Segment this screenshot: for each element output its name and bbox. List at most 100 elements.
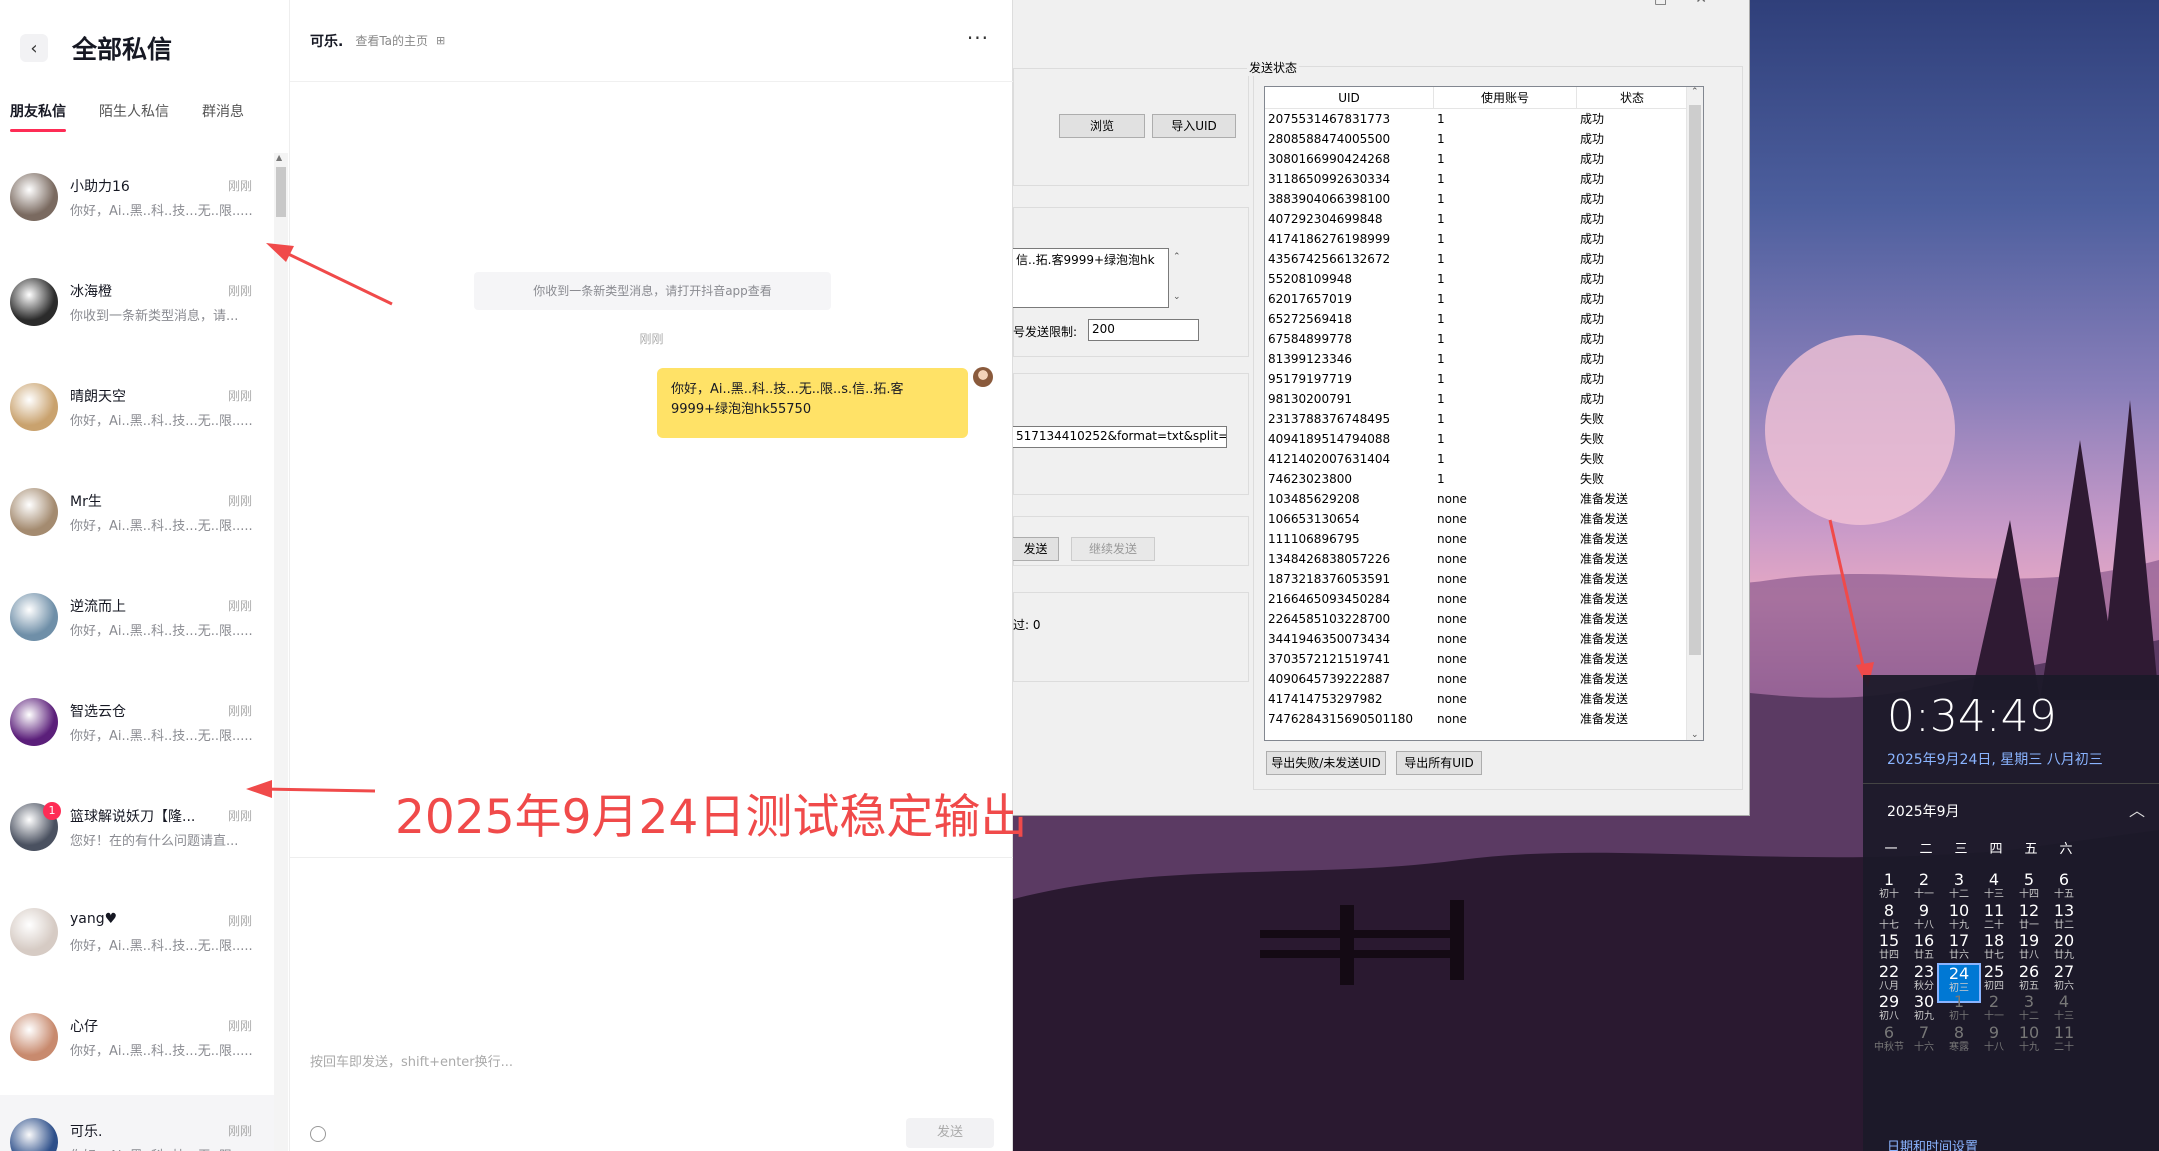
weekday-label: 三 — [1954, 842, 1968, 857]
account-cell: 1 — [1437, 132, 1445, 146]
uid-cell: 3441946350073434 — [1268, 632, 1391, 646]
account-cell: none — [1437, 592, 1467, 606]
status-cell: 失败 — [1580, 412, 1605, 426]
export-failed-button[interactable]: 导出失败/未发送UID — [1266, 751, 1386, 775]
table-row[interactable]: 7476284315690501180 none 准备发送 — [1265, 709, 1703, 729]
calendar-day[interactable]: 11 二十 — [2042, 1023, 2086, 1064]
uid-cell: 55208109948 — [1268, 272, 1352, 286]
account-cell: 1 — [1437, 152, 1445, 166]
message-text: 信..拓.客9999+绿泡泡hk — [1016, 253, 1155, 267]
account-cell: none — [1437, 492, 1467, 506]
url-input[interactable]: 517134410252&format=txt&split=3 — [1013, 426, 1227, 448]
table-row[interactable]: 3080166990424268 1 成功 — [1265, 149, 1703, 169]
table-row[interactable]: 1873218376053591 none 准备发送 — [1265, 569, 1703, 589]
uid-cell: 62017657019 — [1268, 292, 1352, 306]
calendar-month[interactable]: 2025年9月 — [1887, 801, 1960, 821]
table-row[interactable]: 103485629208 none 准备发送 — [1265, 489, 1703, 509]
lunar-date: 廿二 — [2054, 919, 2074, 931]
minimize-icon[interactable]: – — [1619, 0, 1654, 7]
lunar-date: 十五 — [2054, 889, 2074, 900]
table-row[interactable]: 65272569418 1 成功 — [1265, 309, 1703, 329]
account-cell: 1 — [1437, 472, 1445, 486]
table-row[interactable]: 3441946350073434 none 准备发送 — [1265, 629, 1703, 649]
table-row[interactable]: 4090645739222887 none 准备发送 — [1265, 669, 1703, 689]
scroll-down-arrow-icon[interactable]: ⌄ — [1691, 730, 1699, 740]
maximize-icon[interactable]: □ — [1654, 0, 1695, 7]
uid-cell: 106653130654 — [1268, 512, 1360, 526]
account-cell: none — [1437, 532, 1467, 546]
chevron-up-icon[interactable]: ⌃ — [1173, 252, 1181, 262]
status-cell: 准备发送 — [1580, 612, 1629, 626]
account-cell: none — [1437, 672, 1467, 686]
column-status[interactable]: 状态 — [1577, 87, 1688, 108]
browse-button[interactable]: 浏览 — [1059, 114, 1145, 138]
account-cell: 1 — [1437, 452, 1445, 466]
arrow-head-mid — [246, 780, 272, 798]
table-row[interactable]: 67584899778 1 成功 — [1265, 329, 1703, 349]
table-row[interactable]: 407292304699848 1 成功 — [1265, 209, 1703, 229]
table-row[interactable]: 95179197719 1 成功 — [1265, 369, 1703, 389]
status-listview[interactable]: UID 使用账号 状态 2075531467831773 1 成功 280858847… — [1264, 86, 1704, 741]
table-row[interactable]: 2808588474005500 1 成功 — [1265, 129, 1703, 149]
status-cell: 失败 — [1580, 452, 1605, 466]
chevron-up-icon[interactable]: ︿ — [2129, 797, 2145, 821]
clock-date[interactable]: 2025年9月24日, 星期三 八月初三 — [1887, 749, 2103, 769]
table-row[interactable]: 98130200791 1 成功 — [1265, 389, 1703, 409]
table-row[interactable]: 111106896795 none 准备发送 — [1265, 529, 1703, 549]
table-row[interactable]: 1348426838057226 none 准备发送 — [1265, 549, 1703, 569]
close-icon[interactable]: ✕ — [1695, 0, 1735, 7]
day-number: 27 — [2053, 961, 2075, 981]
scroll-up-arrow-icon[interactable]: ⌃ — [1691, 87, 1699, 97]
account-cell: 1 — [1437, 172, 1445, 186]
weekday-label: 四 — [1989, 842, 2003, 857]
listview-scrollbar-thumb[interactable] — [1689, 105, 1701, 655]
day-number: 13 — [2053, 900, 2075, 920]
table-row[interactable]: 74623023800 1 失败 — [1265, 469, 1703, 489]
status-cell: 成功 — [1580, 132, 1605, 146]
weekday-label: 五 — [2024, 842, 2038, 857]
status-cell: 成功 — [1580, 252, 1605, 266]
table-row[interactable]: 2075531467831773 1 成功 — [1265, 109, 1703, 129]
import-uid-button[interactable]: 导入UID — [1152, 114, 1236, 138]
table-row[interactable]: 2313788376748495 1 失败 — [1265, 409, 1703, 429]
column-uid[interactable]: UID — [1265, 87, 1434, 108]
table-row[interactable]: 81399123346 1 成功 — [1265, 349, 1703, 369]
uid-cell: 407292304699848 — [1268, 212, 1383, 226]
status-cell: 准备发送 — [1580, 672, 1629, 686]
chevron-down-icon[interactable]: ⌄ — [1173, 292, 1181, 302]
send-start-button[interactable]: 发送 — [1013, 537, 1059, 561]
column-account[interactable]: 使用账号 — [1434, 87, 1577, 108]
continue-send-button[interactable]: 继续发送 — [1071, 537, 1155, 561]
account-cell: none — [1437, 632, 1467, 646]
table-row[interactable]: 2264585103228700 none 准备发送 — [1265, 609, 1703, 629]
message-textarea[interactable]: 信..拓.客9999+绿泡泡hk — [1013, 248, 1169, 308]
account-cell: 1 — [1437, 312, 1445, 326]
weekday-label: 二 — [1919, 842, 1933, 857]
table-row[interactable]: 3703572121519741 none 准备发送 — [1265, 649, 1703, 669]
table-row[interactable]: 4121402007631404 1 失败 — [1265, 449, 1703, 469]
table-row[interactable]: 62017657019 1 成功 — [1265, 289, 1703, 309]
table-row[interactable]: 3118650992630334 1 成功 — [1265, 169, 1703, 189]
uid-cell: 4121402007631404 — [1268, 452, 1391, 466]
uid-cell: 111106896795 — [1268, 532, 1360, 546]
table-row[interactable]: 55208109948 1 成功 — [1265, 269, 1703, 289]
table-row[interactable]: 4356742566132672 1 成功 — [1265, 249, 1703, 269]
account-cell: none — [1437, 512, 1467, 526]
table-row[interactable]: 4094189514794088 1 失败 — [1265, 429, 1703, 449]
table-row[interactable]: 2166465093450284 none 准备发送 — [1265, 589, 1703, 609]
account-cell: 1 — [1437, 192, 1445, 206]
window-controls: –□✕ — [1619, 0, 1735, 7]
table-row[interactable]: 3883904066398100 1 成功 — [1265, 189, 1703, 209]
stat-text: 过: 0 — [1013, 618, 1041, 632]
listview-header: UID 使用账号 状态 — [1265, 87, 1703, 109]
listview-scrollbar[interactable]: ⌃ ⌄ — [1686, 87, 1703, 740]
export-all-button[interactable]: 导出所有UID — [1396, 751, 1482, 775]
table-row[interactable]: 4174186276198999 1 成功 — [1265, 229, 1703, 249]
table-row[interactable]: 106653130654 none 准备发送 — [1265, 509, 1703, 529]
table-row[interactable]: 417414753297982 none 准备发送 — [1265, 689, 1703, 709]
day-number: 6 — [2058, 870, 2070, 889]
limit-input[interactable]: 200 — [1088, 319, 1199, 341]
date-time-settings-link[interactable]: 日期和时间设置 — [1887, 1136, 1978, 1151]
status-cell: 准备发送 — [1580, 552, 1629, 566]
status-cell: 准备发送 — [1580, 512, 1629, 526]
